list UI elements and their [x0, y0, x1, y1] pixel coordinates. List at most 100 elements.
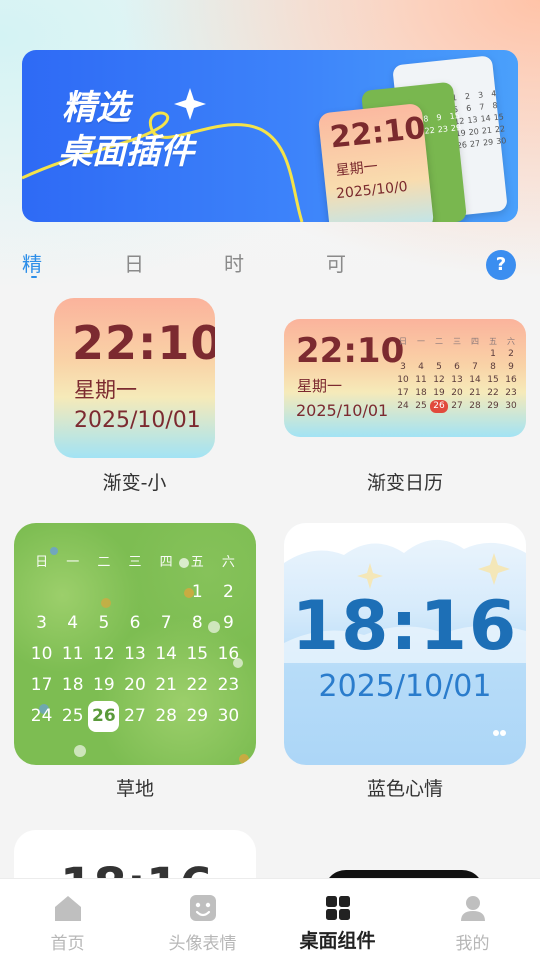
calendar-day: 10 — [30, 644, 53, 664]
calendar-day: 14 — [155, 644, 177, 664]
home-icon — [55, 896, 81, 921]
calendar-day: 6 — [129, 613, 141, 633]
widget-blue-mood[interactable]: 18:16 2025/10/01 — [284, 523, 526, 765]
calendar-day: 24 — [30, 706, 53, 726]
tab-cute[interactable]: 可 — [326, 248, 346, 277]
calendar-day: 25 — [415, 401, 427, 411]
calendar-weekday-header: 六 — [221, 555, 235, 570]
banner-title-line1: 精选 — [62, 88, 130, 128]
category-tabs: 精 日 时 可 — [0, 240, 540, 284]
banner-preview-time: 22:10 — [328, 110, 428, 156]
calendar-day: 11 — [61, 644, 84, 664]
help-button[interactable]: ? — [486, 250, 516, 280]
widgets-grid-icon — [326, 896, 350, 920]
calendar-day — [466, 348, 484, 361]
calendar-day: 12 — [93, 644, 115, 664]
bottom-navigation: 首页 头像表情 桌面组件 我的 — [0, 878, 540, 960]
widget-caption: 渐变日历 — [366, 472, 443, 494]
calendar-day: 19 — [93, 675, 115, 695]
tab-calendar[interactable]: 日 — [124, 248, 144, 277]
calendar-weekday-header: 三 — [453, 337, 461, 346]
calendar-day: 15 — [186, 644, 209, 664]
calendar-day: 18 — [415, 388, 427, 398]
calendar-day: 27 — [451, 401, 463, 411]
calendar-day: 21 — [469, 388, 481, 398]
nav-me[interactable]: 我的 — [405, 879, 540, 960]
calendar-day — [88, 577, 119, 608]
calendar-day: 13 — [451, 375, 463, 385]
calendar-day: 18 — [61, 675, 84, 695]
calendar-weekday-header: 五 — [190, 555, 204, 570]
calendar-day: 3 — [36, 613, 47, 633]
calendar-day: 2 — [223, 582, 234, 602]
nav-home[interactable]: 首页 — [0, 879, 135, 960]
calendar-day — [57, 577, 88, 608]
widget-date: 2025/10/01 — [74, 408, 201, 433]
calendar-day: 10 — [397, 375, 409, 385]
calendar-day: 5 — [98, 613, 110, 633]
widget-time: 22:10 — [72, 316, 215, 370]
calendar-day: 17 — [30, 675, 53, 695]
tab-clock[interactable]: 时 — [224, 248, 244, 277]
calendar-weekday-header: 六 — [507, 337, 515, 346]
calendar-day: 17 — [397, 388, 409, 398]
calendar-day: 14 — [469, 375, 481, 385]
calendar-day: 23 — [217, 675, 240, 695]
widget-caption: 蓝色心情 — [366, 778, 443, 800]
calendar-day: 13 — [124, 644, 146, 664]
calendar-weekday-header: 一 — [417, 337, 425, 346]
calendar-day: 3 — [400, 362, 406, 372]
calendar-grid: 日一二三四五六 1 2 3 4 5 6 7 8 9 10 11 12 13 14 15 16 17 18 19 20 21… — [26, 549, 244, 732]
calendar-day: 23 — [505, 388, 517, 398]
calendar-day: 7 — [472, 362, 478, 372]
calendar-day: 9 — [508, 362, 514, 372]
calendar-day: 29 — [186, 706, 209, 726]
calendar-day: 7 — [160, 613, 172, 633]
calendar-day: 8 — [191, 613, 203, 633]
banner-preview-clock: 22:10 星期一 2025/10/0 — [317, 102, 435, 222]
tab-featured[interactable]: 精 — [22, 248, 42, 277]
calendar-day: 15 — [487, 375, 499, 385]
calendar-day: 29 — [487, 401, 499, 411]
calendar-weekday-header: 日 — [35, 555, 49, 570]
calendar-day: 19 — [433, 388, 445, 398]
calendar-weekday-header: 日 — [399, 337, 407, 346]
calendar-weekday-header: 二 — [435, 337, 443, 346]
calendar-weekday-header: 四 — [159, 555, 173, 570]
banner-title-line2: 桌面插件 — [58, 132, 194, 172]
person-icon — [461, 896, 485, 921]
calendar-day: 12 — [433, 375, 445, 385]
widget-gradient-calendar[interactable]: 22:10 星期一 2025/10/01 日一二三四五六 1 2 3 4 5 6 7 8 9 10 1… — [284, 319, 526, 437]
widget-weekday: 星期一 — [297, 377, 343, 395]
widget-weekday: 星期一 — [74, 378, 137, 402]
calendar-day: 28 — [155, 706, 177, 726]
face-icon — [190, 895, 216, 921]
widget-gradient-small[interactable]: 22:10 星期一 2025/10/01 — [54, 298, 215, 458]
tab-active-indicator — [31, 276, 37, 278]
calendar-day: 9 — [223, 613, 234, 633]
calendar-day — [26, 577, 57, 608]
calendar-weekday-header: 三 — [128, 555, 142, 570]
calendar-day-today: 26 — [430, 400, 448, 413]
nav-label: 桌面组件 — [299, 930, 376, 952]
calendar-day: 22 — [487, 388, 499, 398]
calendar-day: 4 — [67, 613, 79, 633]
calendar-day — [394, 348, 412, 361]
widget-time: 22:10 — [296, 331, 405, 371]
nav-desktop-widgets[interactable]: 桌面组件 — [270, 879, 405, 960]
calendar-day: 11 — [415, 375, 427, 385]
calendar-weekday-header: 二 — [97, 555, 111, 570]
nav-avatar-emoji[interactable]: 头像表情 — [135, 879, 270, 960]
widget-grassland-calendar[interactable]: 日一二三四五六 1 2 3 4 5 6 7 8 9 10 11 12 13 14 15 16 17 18 19 20 21… — [14, 523, 256, 765]
calendar-grid: 日一二三四五六 1 2 3 4 5 6 7 8 9 10 11 12 13 14 15 16 17 18 19 20 21… — [394, 335, 520, 413]
calendar-day: 2 — [508, 349, 514, 359]
calendar-day: 5 — [436, 362, 442, 372]
banner-preview-date: 2025/10/0 — [335, 178, 409, 203]
calendar: 日一二三四五六 1 2 3 4 5 6 7 8 9 10 11 12 13 14 15 16 17 18 19 20 21… — [26, 549, 244, 732]
featured-widgets-banner[interactable]: 精选 桌面插件 1234 5678 12 13 14 15 19 20 21 22 26 27… — [22, 50, 518, 222]
nav-label: 头像表情 — [168, 934, 237, 954]
nav-label: 我的 — [455, 934, 490, 954]
widget-date: 2025/10/01 — [318, 669, 492, 704]
calendar-day: 22 — [186, 675, 209, 695]
widget-date: 2025/10/01 — [296, 401, 389, 420]
